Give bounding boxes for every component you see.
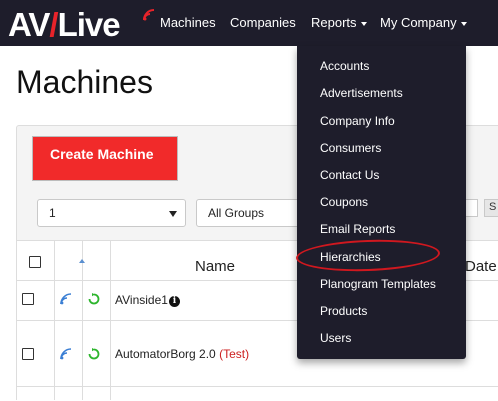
sort-icon[interactable] xyxy=(79,259,85,263)
info-icon[interactable]: i xyxy=(168,296,180,307)
menu-item-consumers[interactable]: Consumers xyxy=(320,141,381,155)
menu-item-coupons[interactable]: Coupons xyxy=(320,195,368,209)
menu-item-users[interactable]: Users xyxy=(320,331,351,345)
search-button[interactable]: S xyxy=(484,199,498,217)
menu-item-company-info[interactable]: Company Info xyxy=(320,114,395,128)
nav-machines-label: Machines xyxy=(160,15,216,30)
wifi-icon xyxy=(60,348,72,360)
table-divider xyxy=(16,386,498,387)
row-checkbox[interactable] xyxy=(22,348,34,360)
group-select-value: All Groups xyxy=(208,206,265,220)
column-header-date[interactable]: Date xyxy=(465,258,497,275)
machine-name[interactable]: AutomatorBorg 2.0 xyxy=(115,347,216,361)
menu-item-planogram-templates[interactable]: Planogram Templates xyxy=(320,277,436,291)
machine-name[interactable]: AVinside1 xyxy=(115,293,168,307)
caret-down-icon xyxy=(360,21,367,26)
row-checkbox[interactable] xyxy=(22,293,34,305)
page-size-value: 1 xyxy=(49,206,56,220)
menu-item-advertisements[interactable]: Advertisements xyxy=(320,86,403,100)
test-badge: (Test) xyxy=(219,347,250,361)
table-row[interactable]: AVinside1 i xyxy=(115,293,180,307)
nav-companies-label: Companies xyxy=(230,15,296,30)
menu-item-email-reports[interactable]: Email Reports xyxy=(320,222,395,236)
create-machine-button[interactable]: Create Machine xyxy=(32,136,178,181)
logo-text: AV/Live xyxy=(8,6,121,43)
dropdown-arrow-icon xyxy=(169,211,177,217)
avlive-logo[interactable]: AV/Live xyxy=(8,4,158,43)
column-header-name[interactable]: Name xyxy=(195,258,235,275)
nav-reports-label: Reports xyxy=(311,15,357,30)
nav-machines[interactable]: Machines xyxy=(160,15,216,30)
sync-icon xyxy=(88,293,100,305)
sync-icon xyxy=(88,348,100,360)
menu-item-contact-us[interactable]: Contact Us xyxy=(320,168,379,182)
wifi-icon xyxy=(60,293,72,305)
menu-item-accounts[interactable]: Accounts xyxy=(320,59,369,73)
nav-reports[interactable]: Reports xyxy=(311,15,367,30)
signal-icon xyxy=(143,9,155,21)
table-row[interactable]: AutomatorBorg 2.0 (Test) xyxy=(115,347,249,361)
menu-item-products[interactable]: Products xyxy=(320,304,367,318)
page-title: Machines xyxy=(16,64,153,100)
select-all-checkbox[interactable] xyxy=(29,256,41,268)
nav-companies[interactable]: Companies xyxy=(230,15,296,30)
page-size-select[interactable]: 1 xyxy=(37,199,186,227)
nav-my-company[interactable]: My Company xyxy=(380,15,467,30)
caret-down-icon xyxy=(460,21,467,26)
nav-my-company-label: My Company xyxy=(380,15,457,30)
group-select[interactable]: All Groups xyxy=(196,199,300,227)
